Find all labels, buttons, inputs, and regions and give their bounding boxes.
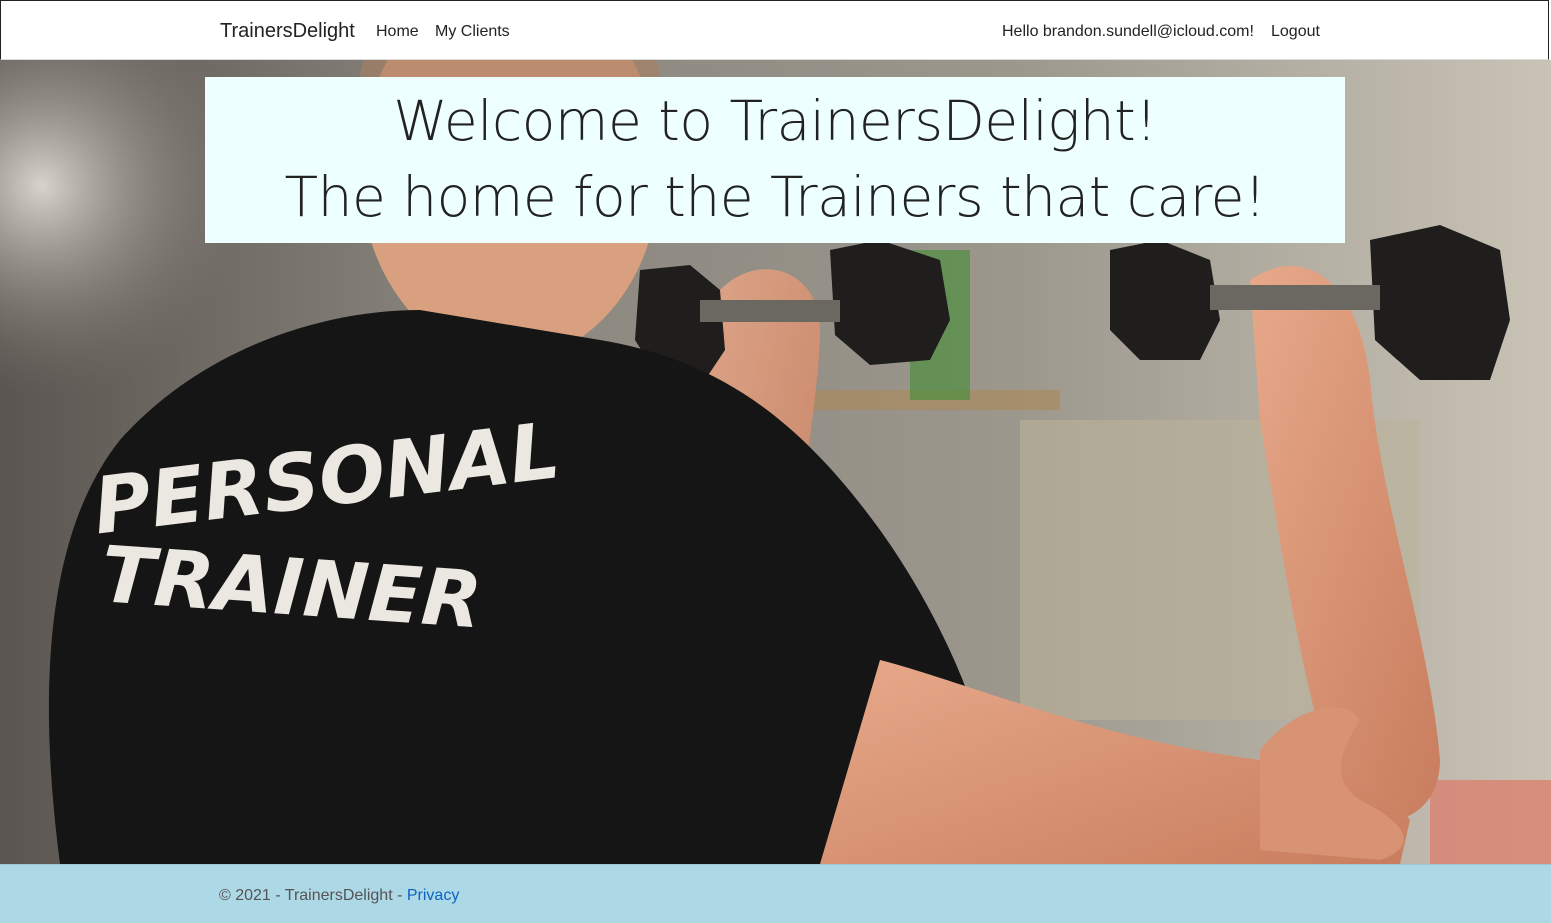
footer-copyright: © 2021 - TrainersDelight - — [219, 887, 407, 904]
welcome-banner: Welcome to TrainersDelight! The home for… — [205, 77, 1345, 243]
welcome-heading: Welcome to TrainersDelight! — [393, 89, 1157, 153]
nav-my-clients-link[interactable]: My Clients — [435, 23, 510, 41]
footer: © 2021 - TrainersDelight - Privacy — [0, 864, 1551, 923]
brand-link[interactable]: TrainersDelight — [220, 20, 355, 43]
user-greeting-link[interactable]: Hello brandon.sundell@icloud.com! — [1002, 23, 1254, 41]
top-navbar: TrainersDelight Home My Clients Hello br… — [0, 0, 1549, 60]
page: TrainersDelight Home My Clients Hello br… — [0, 0, 1551, 923]
footer-text: © 2021 - TrainersDelight - Privacy — [219, 887, 459, 905]
welcome-subheading: The home for the Trainers that care! — [284, 165, 1267, 229]
logout-link[interactable]: Logout — [1271, 23, 1320, 41]
nav-home-link[interactable]: Home — [376, 23, 419, 41]
privacy-link[interactable]: Privacy — [407, 887, 459, 904]
